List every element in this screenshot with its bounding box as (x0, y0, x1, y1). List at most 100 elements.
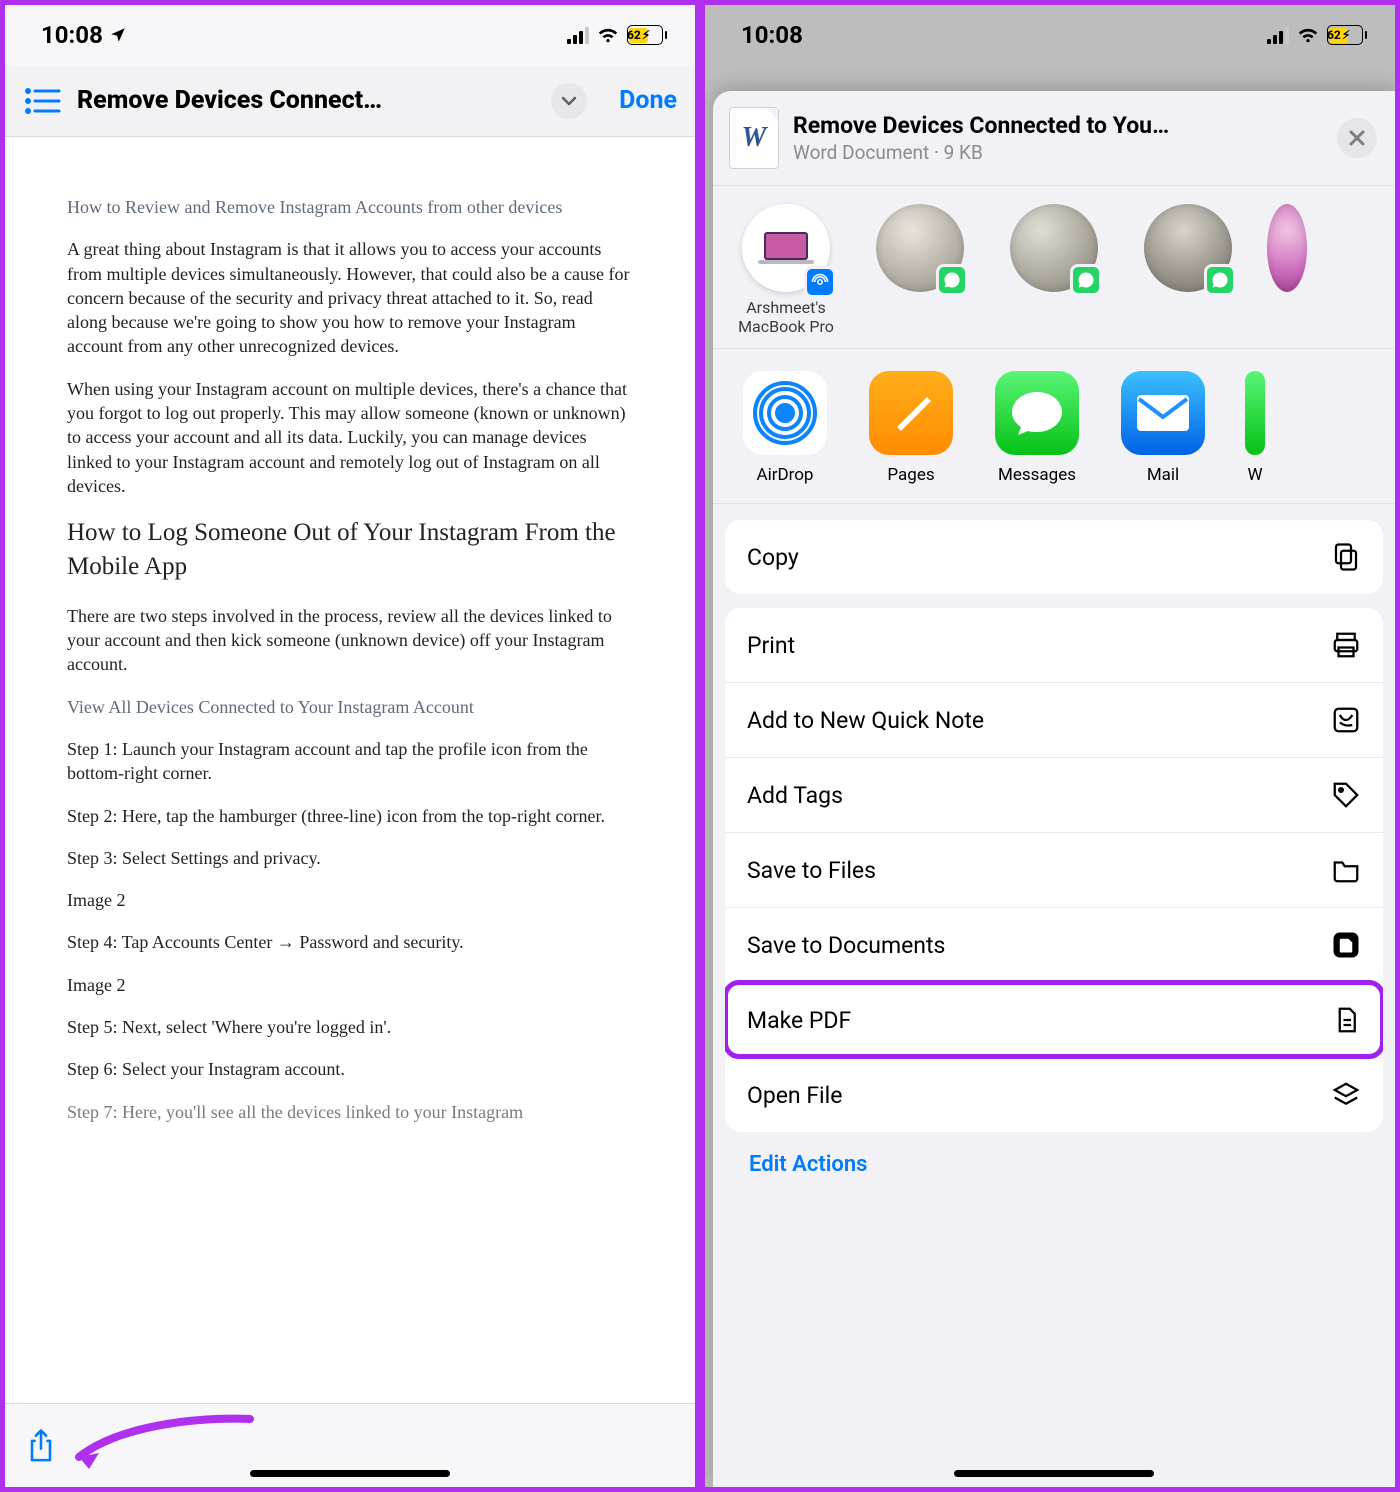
target-label (865, 298, 975, 332)
doc-step: Step 2: Here, tap the hamburger (three-l… (67, 804, 633, 828)
airdrop-targets-row[interactable]: Arshmeet's MacBook Pro (713, 186, 1395, 349)
share-apps-row[interactable]: AirDrop Pages Messages Mail W (713, 349, 1395, 504)
action-make-pdf[interactable]: Make PDF (725, 982, 1383, 1057)
doc-image-placeholder: Image 2 (67, 973, 633, 997)
messages-icon (1010, 388, 1064, 438)
close-icon (1348, 129, 1366, 147)
doc-paragraph: A great thing about Instagram is that it… (67, 237, 633, 358)
airdrop-target[interactable] (999, 204, 1109, 336)
battery-icon: 62⚡︎ (1327, 25, 1368, 45)
annotation-arrow-icon (65, 1413, 255, 1473)
wifi-icon (597, 26, 619, 44)
wifi-icon (1297, 26, 1319, 44)
action-label: Add to New Quick Note (747, 707, 984, 734)
doc-step: Step 7: Here, you'll see all the devices… (67, 1100, 633, 1124)
airdrop-target[interactable] (1267, 204, 1307, 336)
action-open-file[interactable]: Open File (725, 1057, 1383, 1132)
share-icon[interactable] (25, 1428, 57, 1464)
airdrop-target[interactable] (865, 204, 975, 336)
action-add-tags[interactable]: Add Tags (725, 757, 1383, 832)
share-sheet: W Remove Devices Connected to You… Word … (713, 91, 1395, 1487)
copy-icon (1331, 542, 1361, 572)
action-label: Open File (747, 1082, 842, 1109)
tag-icon (1331, 780, 1361, 810)
whatsapp-badge-icon (1070, 264, 1102, 296)
doc-image-placeholder: Image 2 (67, 888, 633, 912)
status-bar: 10:08 62⚡︎ (705, 5, 1395, 65)
outline-list-icon[interactable] (23, 85, 63, 117)
chevron-down-icon (561, 96, 577, 106)
app-label: Pages (867, 465, 955, 485)
action-label: Make PDF (747, 1007, 851, 1034)
home-indicator (954, 1470, 1154, 1477)
action-label: Save to Documents (747, 932, 945, 959)
action-label: Copy (747, 544, 799, 571)
document-content[interactable]: How to Review and Remove Instagram Accou… (5, 137, 695, 1403)
close-button[interactable] (1337, 118, 1377, 158)
right-phone-screenshot: 10:08 62⚡︎ W Remove Devices Connected to… (700, 0, 1400, 1492)
documents-app-icon (1331, 930, 1361, 960)
share-app-pages[interactable]: Pages (867, 371, 955, 485)
doc-step: Step 3: Select Settings and privacy. (67, 846, 633, 870)
cellular-signal-icon (1267, 26, 1289, 44)
share-app-airdrop[interactable]: AirDrop (741, 371, 829, 485)
airdrop-icon (753, 381, 817, 445)
share-file-subtitle: Word Document · 9 KB (793, 141, 1323, 164)
airdrop-badge-icon (804, 266, 836, 298)
app-label: Mail (1119, 465, 1207, 485)
app-label: AirDrop (741, 465, 829, 485)
status-time: 10:08 (741, 21, 803, 49)
action-label: Save to Files (747, 857, 876, 884)
action-add-quick-note[interactable]: Add to New Quick Note (725, 682, 1383, 757)
share-app-mail[interactable]: Mail (1119, 371, 1207, 485)
airdrop-target[interactable]: Arshmeet's MacBook Pro (731, 204, 841, 336)
target-label (999, 298, 1109, 332)
doc-h2: How to Log Someone Out of Your Instagram… (67, 516, 633, 584)
printer-icon (1331, 630, 1361, 660)
target-label: Arshmeet's MacBook Pro (731, 298, 841, 336)
share-actions-list: Copy Print Add to New Quick Note Add Tag… (713, 504, 1395, 1177)
status-time: 10:08 (41, 21, 103, 49)
app-label: W (1245, 465, 1265, 485)
status-bar: 10:08 62⚡︎ (5, 5, 695, 65)
home-indicator (250, 1470, 450, 1477)
folder-icon (1331, 855, 1361, 885)
share-sheet-header: W Remove Devices Connected to You… Word … (713, 91, 1395, 186)
edit-actions-link[interactable]: Edit Actions (725, 1146, 1383, 1177)
bottom-toolbar (5, 1403, 695, 1487)
target-label (1133, 298, 1243, 332)
airdrop-target[interactable] (1133, 204, 1243, 336)
doc-subheading: View All Devices Connected to Your Insta… (67, 695, 633, 719)
action-copy[interactable]: Copy (725, 520, 1383, 594)
cellular-signal-icon (567, 26, 589, 44)
doc-heading: How to Review and Remove Instagram Accou… (67, 195, 633, 219)
doc-paragraph: There are two steps involved in the proc… (67, 604, 633, 677)
doc-step: Step 1: Launch your Instagram account an… (67, 737, 633, 786)
share-app-messages[interactable]: Messages (993, 371, 1081, 485)
battery-icon: 62⚡︎ (627, 25, 668, 45)
action-save-to-files[interactable]: Save to Files (725, 832, 1383, 907)
file-thumbnail-word-icon: W (729, 107, 779, 169)
battery-level: 62 (627, 28, 641, 42)
document-icon (1331, 1005, 1361, 1035)
share-file-title: Remove Devices Connected to You… (793, 112, 1323, 139)
quick-note-icon (1331, 705, 1361, 735)
doc-step: Step 5: Next, select 'Where you're logge… (67, 1015, 633, 1039)
action-label: Add Tags (747, 782, 843, 809)
doc-paragraph: When using your Instagram account on mul… (67, 377, 633, 498)
expand-title-button[interactable] (551, 83, 587, 119)
layers-icon (1331, 1080, 1361, 1110)
action-label: Print (747, 632, 795, 659)
action-save-to-documents[interactable]: Save to Documents (725, 907, 1383, 982)
document-title: Remove Devices Connect… (77, 86, 537, 115)
left-phone-screenshot: 10:08 62⚡︎ Remove Devices Connect… Done … (0, 0, 700, 1492)
pages-icon (887, 389, 935, 437)
share-app-cutoff[interactable]: W (1245, 371, 1265, 485)
battery-level: 62 (1327, 28, 1341, 42)
app-label: Messages (993, 465, 1081, 485)
whatsapp-badge-icon (1204, 264, 1236, 296)
mail-icon (1135, 393, 1191, 433)
done-button[interactable]: Done (619, 86, 677, 115)
action-print[interactable]: Print (725, 608, 1383, 682)
doc-step: Step 4: Tap Accounts Center → Password a… (67, 930, 633, 954)
